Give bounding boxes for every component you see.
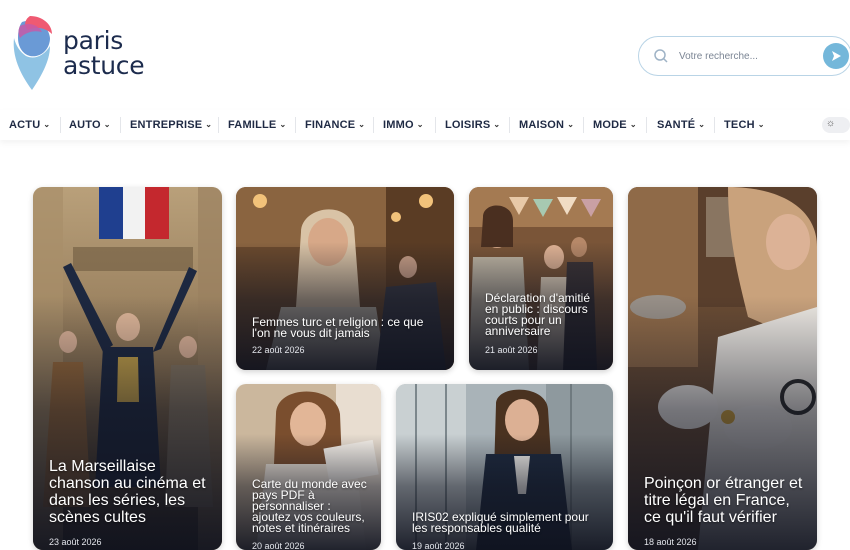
chevron-down-icon: ⌄ xyxy=(698,120,706,129)
article-card-femmes-turc[interactable]: Femmes turc et religion : ce que l'on ne… xyxy=(236,187,454,370)
nav-item-loisirs[interactable]: LOISIRS ⌄ xyxy=(445,110,500,140)
nav-divider xyxy=(295,117,296,133)
search-box xyxy=(638,36,850,76)
nav-divider xyxy=(120,117,121,133)
nav-item-maison[interactable]: MAISON ⌄ xyxy=(519,110,574,140)
nav-item-tech[interactable]: TECH ⌄ xyxy=(724,110,765,140)
nav-label: AUTO xyxy=(69,119,101,131)
nav-divider xyxy=(714,117,715,133)
nav-item-auto[interactable]: AUTO ⌄ xyxy=(69,110,111,140)
nav-divider xyxy=(373,117,374,133)
article-card-iris02[interactable]: IRIS02 expliqué simplement pour les resp… xyxy=(396,384,613,550)
logo-line-2: astuce xyxy=(63,51,145,80)
nav-item-mode[interactable]: MODE ⌄ xyxy=(593,110,637,140)
article-date: 19 août 2026 xyxy=(412,541,465,550)
article-title: Poinçon or étranger et titre légal en Fr… xyxy=(644,475,803,526)
main-nav: ACTU ⌄ AUTO ⌄ ENTREPRISE ⌄ FAMILLE ⌄ FINANCE… xyxy=(0,110,850,140)
nav-label: MODE xyxy=(593,119,627,131)
nav-divider xyxy=(509,117,510,133)
site-header: paris astuce xyxy=(0,0,850,110)
chevron-down-icon: ⌄ xyxy=(493,120,501,129)
nav-item-entreprise[interactable]: ENTREPRISE ⌄ xyxy=(130,110,212,140)
article-date: 21 août 2026 xyxy=(485,345,538,355)
article-card-poincon-or[interactable]: Poinçon or étranger et titre légal en Fr… xyxy=(628,187,817,550)
nav-item-immo[interactable]: IMMO ⌄ xyxy=(383,110,424,140)
article-title: La Marseillaise chanson au cinéma et dan… xyxy=(49,458,206,526)
nav-divider xyxy=(435,117,436,133)
nav-label: IMMO xyxy=(383,119,414,131)
search-input[interactable] xyxy=(679,46,814,66)
article-title: Femmes turc et religion : ce que l'on ne… xyxy=(252,315,424,340)
nav-label: TECH xyxy=(724,119,755,131)
chevron-down-icon: ⌄ xyxy=(757,120,765,129)
theme-toggle[interactable]: ☼ xyxy=(822,117,850,133)
search-submit-button[interactable] xyxy=(823,43,849,69)
article-date: 22 août 2026 xyxy=(252,345,305,355)
article-title: IRIS02 expliqué simplement pour les resp… xyxy=(412,510,589,535)
nav-item-finance[interactable]: FINANCE ⌄ xyxy=(305,110,365,140)
chevron-down-icon: ⌄ xyxy=(358,120,366,129)
logo-wordmark: paris astuce xyxy=(63,26,145,80)
arrow-right-icon xyxy=(832,51,841,61)
nav-label: ACTU xyxy=(9,119,41,131)
article-card-declaration-amitie[interactable]: Déclaration d'amitié en public : discour… xyxy=(469,187,613,370)
article-date: 23 août 2026 xyxy=(49,537,102,547)
nav-item-famille[interactable]: FAMILLE ⌄ xyxy=(228,110,286,140)
chevron-down-icon: ⌄ xyxy=(629,120,637,129)
nav-divider xyxy=(646,117,647,133)
nav-divider xyxy=(583,117,584,133)
nav-label: LOISIRS xyxy=(445,119,491,131)
chevron-down-icon: ⌄ xyxy=(205,120,213,129)
nav-label: FAMILLE xyxy=(228,119,277,131)
article-date: 18 août 2026 xyxy=(644,537,697,547)
nav-label: SANTÉ xyxy=(657,119,696,131)
nav-label: FINANCE xyxy=(305,119,356,131)
article-date: 20 août 2026 xyxy=(252,541,305,550)
nav-divider xyxy=(218,117,219,133)
nav-label: ENTREPRISE xyxy=(130,119,203,131)
logo-mark-icon xyxy=(13,16,52,90)
nav-item-sante[interactable]: SANTÉ ⌄ xyxy=(657,110,705,140)
article-card-carte-du-monde[interactable]: Carte du monde avec pays PDF à personnal… xyxy=(236,384,381,550)
nav-label: MAISON xyxy=(519,119,565,131)
chevron-down-icon: ⌄ xyxy=(103,120,111,129)
search-icon xyxy=(654,49,668,63)
chevron-down-icon: ⌄ xyxy=(43,120,51,129)
article-title: Déclaration d'amitié en public : discour… xyxy=(485,291,591,338)
sun-icon: ☼ xyxy=(826,118,836,129)
chevron-down-icon: ⌄ xyxy=(567,120,575,129)
logo-line-1: paris xyxy=(63,26,123,55)
article-title: Carte du monde avec pays PDF à personnal… xyxy=(252,477,367,535)
chevron-down-icon: ⌄ xyxy=(279,120,287,129)
nav-divider xyxy=(60,117,61,133)
nav-item-actu[interactable]: ACTU ⌄ xyxy=(9,110,50,140)
site-logo[interactable]: paris astuce xyxy=(8,16,158,94)
article-card-marseillaise[interactable]: La Marseillaise chanson au cinéma et dan… xyxy=(33,187,222,550)
chevron-down-icon: ⌄ xyxy=(416,120,424,129)
